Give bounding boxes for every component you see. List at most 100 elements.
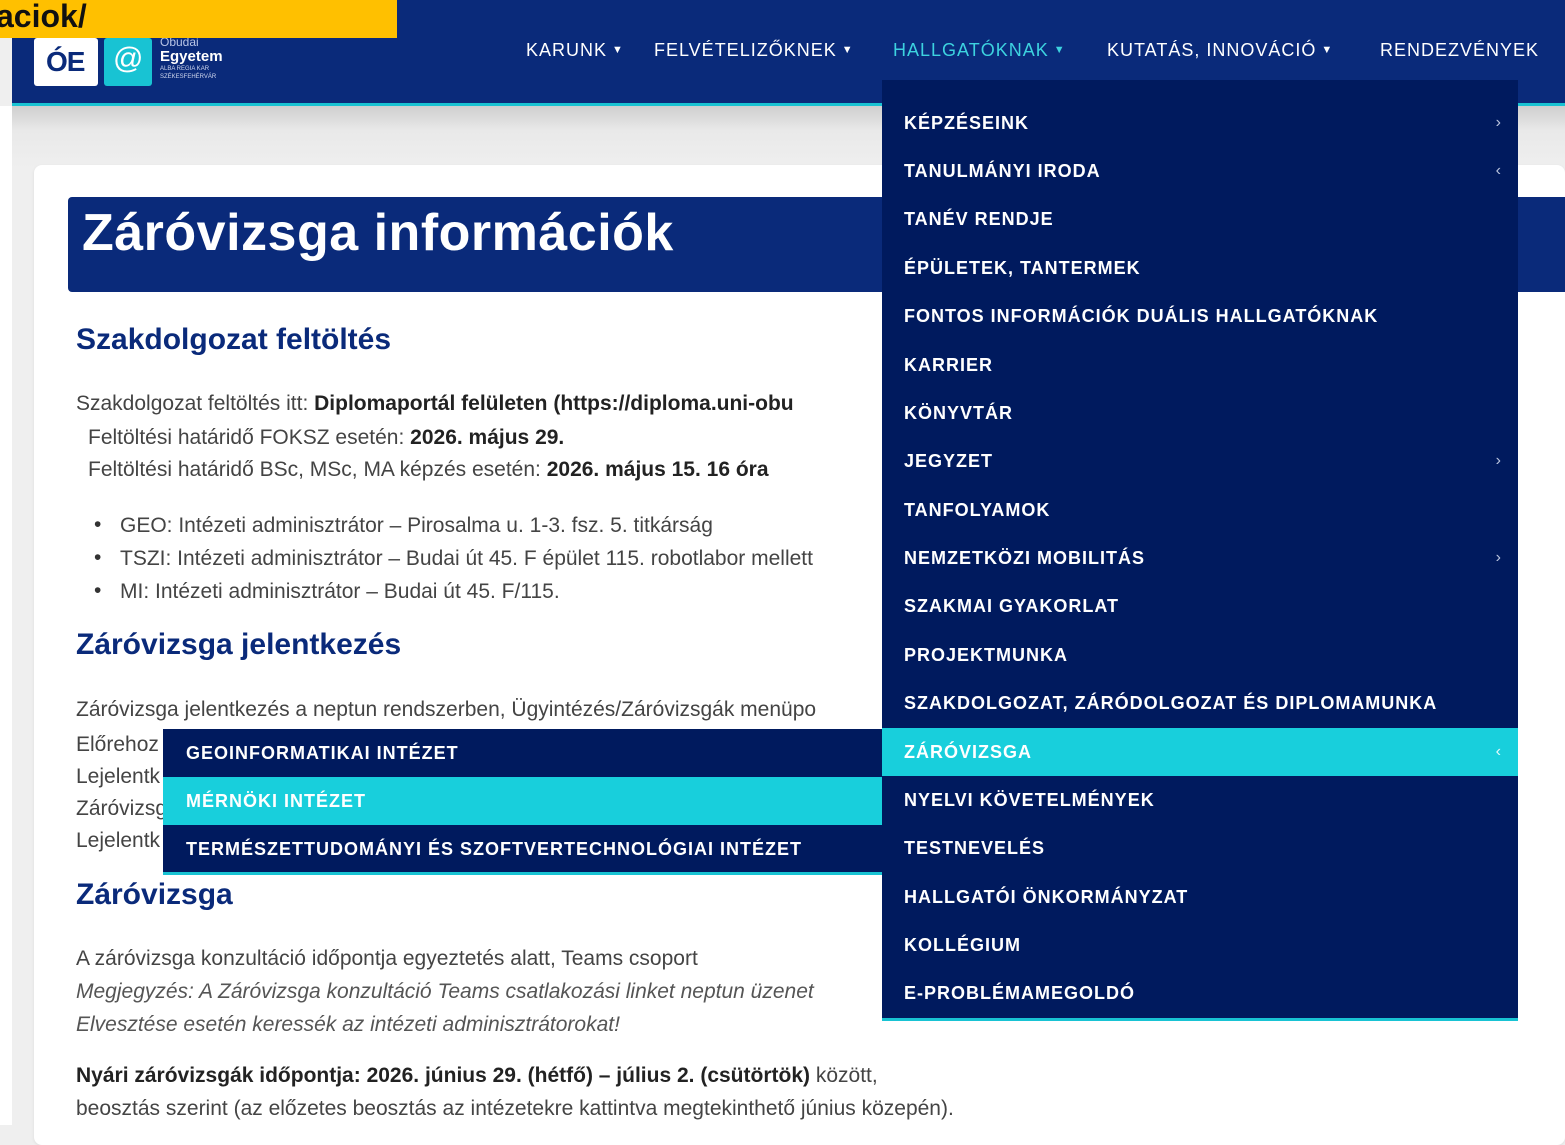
logo-line-2: Egyetem [160,48,223,65]
menu-item-nemzetkozi-mobilitas[interactable]: NEMZETKÖZI MOBILITÁS › [882,534,1518,582]
menu-item-label: KOLLÉGIUM [904,935,1021,955]
nav-rendezvenyek[interactable]: RENDEZVÉNYEK [1380,40,1539,61]
consultation-text: A záróvizsga konzultáció időpontja egyez… [76,947,698,970]
hallgatoknak-dropdown-menu: KÉPZÉSEINK › TANULMÁNYI IRODA ‹ TANÉV REND… [882,80,1518,1021]
deadline-foksz-date: 2026. május 29. [410,426,565,449]
menu-item-e-problemamegoldo[interactable]: E-PROBLÉMAMEGOLDÓ [882,969,1518,1017]
menu-item-karrier[interactable]: KARRIER [882,341,1518,389]
caret-down-icon: ▼ [612,44,624,56]
nav-felvetelizoknek[interactable]: FELVÉTELIZŐKNEK ▼ [654,40,854,61]
zarovizsga-submenu: GEOINFORMATIKAI INTÉZET MÉRNÖKI INTÉZET … [163,729,882,875]
list-item-text: TSZI: Intézeti adminisztrátor – Budai út… [120,547,813,570]
menu-item-label: SZAKMAI GYAKORLAT [904,596,1119,616]
menu-item-epuletek-tantermek[interactable]: ÉPÜLETEK, TANTERMEK [882,244,1518,292]
nav-kutatas-innovacio[interactable]: KUTATÁS, INNOVÁCIÓ ▼ [1107,40,1333,61]
menu-item-tanulmanyi-iroda[interactable]: TANULMÁNYI IRODA ‹ [882,147,1518,195]
registration-line-2: Előrehoz [76,733,159,756]
nav-karunk[interactable]: KARUNK ▼ [526,40,624,61]
summer-exam-dates: Nyári záróvizsgák időpontja: 2026. júniu… [76,1064,878,1088]
list-item-text: GEO: Intézeti adminisztrátor – Pirosalma… [120,514,713,537]
deadline-bsc-msc: Feltöltési határidő BSc, MSc, MA képzés … [88,458,769,482]
menu-item-label: NEMZETKÖZI MOBILITÁS [904,548,1145,568]
heading-szakdolgozat-feltoltes: Szakdolgozat feltöltés [76,323,392,356]
consultation-note: Megjegyzés: A Záróvizsga konzultáció Tea… [76,980,814,1004]
menu-item-label: TANULMÁNYI IRODA [904,161,1101,181]
nav-hallgatoknak-label: HALLGATÓKNAK [893,40,1049,60]
nav-rendezvenyek-label: RENDEZVÉNYEK [1380,40,1540,60]
menu-item-label: ZÁRÓVIZSGA [904,742,1033,762]
chevron-right-icon: › [1495,452,1502,469]
chevron-left-icon: ‹ [1495,162,1502,179]
menu-item-jegyzet[interactable]: JEGYZET › [882,437,1518,485]
deadline-foksz-label: Feltöltési határidő FOKSZ esetén: [88,426,411,449]
summer-exam-dates-post: között, [810,1064,878,1087]
menu-item-label: FONTOS INFORMÁCIÓK DUÁLIS HALLGATÓKNAK [904,306,1379,326]
chevron-right-icon: › [1495,549,1502,566]
heading-zarovizsga: Záróvizsga [76,878,233,911]
menu-item-label: ÉPÜLETEK, TANTERMEK [904,258,1141,278]
oe-logo-text: ÓE [46,46,85,77]
at-logo-icon[interactable]: @ [104,38,152,86]
at-symbol: @ [113,42,144,75]
submenu-item-label: GEOINFORMATIKAI INTÉZET [186,743,459,763]
deadline-bsc-label: Feltöltési határidő BSc, MSc, MA képzés … [88,458,547,481]
logo-wordmark[interactable]: Óbudai Egyetem ALBA REGIA KAR SZÉKESFEHÉ… [160,36,223,81]
menu-item-szakmai-gyakorlat[interactable]: SZAKMAI GYAKORLAT [882,582,1518,630]
menu-item-zarovizsga[interactable]: ZÁRÓVIZSGA ‹ [882,728,1518,776]
schedule-note: beosztás szerint (az előzetes beosztás a… [76,1097,954,1120]
upload-location-text: Szakdolgozat feltöltés itt: Diplomaportá… [76,392,794,416]
menu-item-szakdolgozat[interactable]: SZAKDOLGOZAT, ZÁRÓDOLGOZAT ÉS DIPLOMAMUN… [882,679,1518,727]
caret-down-icon: ▼ [1321,44,1334,56]
submenu-item-mernoki[interactable]: MÉRNÖKI INTÉZET [163,777,882,825]
menu-item-label: JEGYZET [904,451,994,471]
heading-zarovizsga-jelentkezes: Záróvizsga jelentkezés [76,628,402,661]
menu-item-label: PROJEKTMUNKA [904,645,1069,665]
menu-item-hallgatoi-onkormanyzat[interactable]: HALLGATÓI ÖNKORMÁNYZAT [882,873,1518,921]
nav-karunk-label: KARUNK [526,40,608,60]
menu-item-fontos-informaciok[interactable]: FONTOS INFORMÁCIÓK DUÁLIS HALLGATÓKNAK [882,292,1518,340]
summer-exam-dates-bold: Nyári záróvizsgák időpontja: 2026. júniu… [76,1064,810,1087]
menu-item-label: TESTNEVELÉS [904,838,1046,858]
caret-down-icon: ▼ [1053,44,1066,56]
menu-item-label: SZAKDOLGOZAT, ZÁRÓDOLGOZAT ÉS DIPLOMAMUN… [904,693,1438,713]
menu-item-label: TANFOLYAMOK [904,500,1051,520]
menu-item-projektmunka[interactable]: PROJEKTMUNKA [882,631,1518,679]
logo-line-4: SZÉKESFEHÉRVÁR [160,74,217,80]
overlay-label-text: aciok/ [0,0,87,34]
menu-item-label: KÖNYVTÁR [904,403,1014,423]
menu-item-kepzeseink[interactable]: KÉPZÉSEINK › [882,99,1518,147]
chevron-right-icon: › [1495,114,1502,131]
menu-item-tanfolyamok[interactable]: TANFOLYAMOK [882,486,1518,534]
list-item: GEO: Intézeti adminisztrátor – Pirosalma… [94,513,713,538]
submenu-item-geoinformatikai[interactable]: GEOINFORMATIKAI INTÉZET [163,729,882,777]
consultation-note-2-text: Elvesztése esetén keressék az intézeti a… [76,1013,620,1036]
left-margin [0,106,12,1125]
list-item: MI: Intézeti adminisztrátor – Budai út 4… [94,579,560,604]
list-item: TSZI: Intézeti adminisztrátor – Budai út… [94,546,813,571]
caret-down-icon: ▼ [841,44,854,56]
consultation-note-2: Elvesztése esetén keressék az intézeti a… [76,1013,620,1037]
submenu-item-label: TERMÉSZETTUDOMÁNYI ÉS SZOFTVERTECHNOLÓGI… [186,839,803,859]
overlay-label: aciok/ [0,0,397,38]
diplomaportal-link[interactable]: Diplomaportál felületen (https://diploma… [314,392,793,415]
registration-line-3: Lejelentk [76,765,161,788]
menu-item-konyvtar[interactable]: KÖNYVTÁR [882,389,1518,437]
menu-item-kollegium[interactable]: KOLLÉGIUM [882,921,1518,969]
oe-logo[interactable]: ÓE [34,38,98,86]
menu-item-testneveles[interactable]: TESTNEVELÉS [882,824,1518,872]
menu-item-label: E-PROBLÉMAMEGOLDÓ [904,983,1135,1003]
submenu-item-termeszettudomanyi[interactable]: TERMÉSZETTUDOMÁNYI ÉS SZOFTVERTECHNOLÓGI… [163,825,882,873]
page-title: Záróvizsga információk [82,204,674,262]
menu-item-nyelvi-kovetelmenyek[interactable]: NYELVI KÖVETELMÉNYEK [882,776,1518,824]
consultation-note-text: Megjegyzés: A Záróvizsga konzultáció Tea… [76,980,814,1003]
list-item-text: MI: Intézeti adminisztrátor – Budai út 4… [120,580,560,603]
menu-item-label: HALLGATÓI ÖNKORMÁNYZAT [904,887,1189,907]
chevron-left-icon: ‹ [1495,743,1502,760]
registration-line-4: Záróvizsg [76,797,168,820]
registration-line-5: Lejelentk [76,829,161,852]
registration-text: Záróvizsga jelentkezés a neptun rendszer… [76,698,817,721]
nav-hallgatoknak[interactable]: HALLGATÓKNAK ▼ [893,40,1066,61]
deadline-bsc-date: 2026. május 15. 16 óra [546,458,769,481]
menu-item-tanev-rendje[interactable]: TANÉV RENDJE [882,195,1518,243]
menu-item-label: KÉPZÉSEINK [904,113,1030,133]
